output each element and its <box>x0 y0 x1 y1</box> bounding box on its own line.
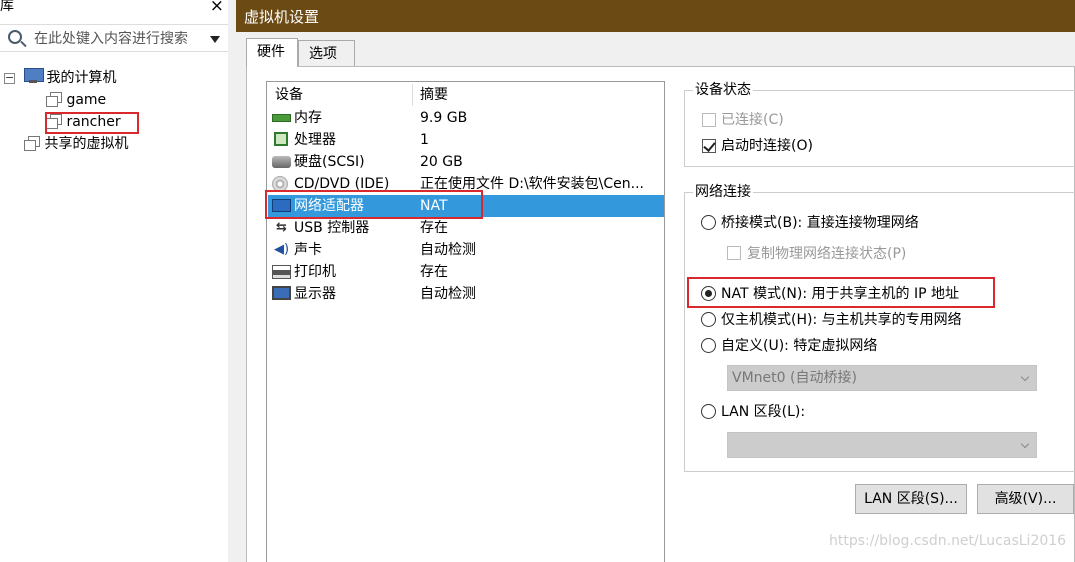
column-separator <box>412 84 413 106</box>
device-summary: 存在 <box>420 220 448 236</box>
device-summary: 1 <box>420 132 429 148</box>
device-row-display[interactable]: 显示器 自动检测 <box>268 283 664 305</box>
device-row-memory[interactable]: 内存 9.9 GB <box>268 107 664 129</box>
library-title: 库 <box>0 0 14 14</box>
computer-icon <box>24 68 44 84</box>
library-pane: 库 × − 我的计算机 game rancher 共享的虚拟机 <box>0 0 228 562</box>
device-row-processor[interactable]: 处理器 1 <box>268 129 664 151</box>
search-dropdown-icon[interactable] <box>210 36 220 43</box>
custom-label: 自定义(U): 特定虚拟网络 <box>721 338 878 354</box>
replicate-state-checkbox[interactable] <box>727 246 741 260</box>
connected-checkbox[interactable] <box>702 113 716 127</box>
network-connection-title: 网络连接 <box>693 183 753 201</box>
column-header-summary[interactable]: 摘要 <box>420 82 448 107</box>
usb-icon: ⇆ <box>276 220 287 235</box>
dialog-title: 虚拟机设置 <box>236 0 1075 32</box>
device-row-hard-disk[interactable]: 硬盘(SCSI) 20 GB <box>268 151 664 173</box>
rancher-highlight-box <box>45 112 139 134</box>
printer-icon <box>272 265 291 279</box>
sound-card-icon: ◀) <box>273 242 290 257</box>
tree-item-label: game <box>66 92 107 108</box>
tree-item-shared-vms[interactable]: 共享的虚拟机 <box>24 134 128 154</box>
library-search-input[interactable] <box>34 29 204 49</box>
device-list: 设备 摘要 内存 9.9 GB 处理器 1 硬盘(SCSI) 20 GB CD/… <box>266 81 665 562</box>
device-name: 打印机 <box>294 264 336 280</box>
column-header-device[interactable]: 设备 <box>275 82 303 107</box>
tree-item-my-computer[interactable]: 我的计算机 <box>24 68 116 88</box>
network-connection-group: 网络连接 桥接模式(B): 直接连接物理网络 复制物理网络连接状态(P) NAT… <box>684 183 1075 472</box>
device-status-group: 设备状态 已连接(C) 启动时连接(O) <box>684 81 1075 167</box>
device-row-sound-card[interactable]: ◀) 声卡 自动检测 <box>268 239 664 261</box>
device-name: 内存 <box>294 110 322 126</box>
tree-item-label: 共享的虚拟机 <box>44 136 129 152</box>
shared-vm-icon <box>24 136 40 151</box>
bridged-radio[interactable] <box>701 215 716 230</box>
custom-network-select[interactable]: VMnet0 (自动桥接) <box>727 365 1037 391</box>
display-icon <box>272 286 291 300</box>
library-search-bar <box>0 24 228 52</box>
device-summary: 9.9 GB <box>420 110 468 126</box>
lan-segment-select[interactable] <box>727 432 1037 458</box>
tab-hardware[interactable]: 硬件 <box>246 38 298 67</box>
advanced-button[interactable]: 高级(V)... <box>977 484 1074 514</box>
connect-at-power-on-checkbox[interactable] <box>702 139 716 153</box>
nat-highlight-box <box>687 277 995 308</box>
lan-segment-radio[interactable] <box>701 404 716 419</box>
device-name: 处理器 <box>294 132 336 148</box>
custom-network-value: VMnet0 (自动桥接) <box>732 370 857 386</box>
connect-at-power-on-label: 启动时连接(O) <box>721 138 813 154</box>
device-summary: 20 GB <box>420 154 463 170</box>
custom-radio[interactable] <box>701 338 716 353</box>
lan-segment-label: LAN 区段(L): <box>721 404 806 420</box>
device-name: 显示器 <box>294 286 336 302</box>
connected-label: 已连接(C) <box>721 112 784 128</box>
tab-options[interactable]: 选项 <box>298 40 355 67</box>
bridged-label: 桥接模式(B): 直接连接物理网络 <box>721 215 919 231</box>
tree-item-vm-game[interactable]: game <box>46 90 106 110</box>
replicate-state-label: 复制物理网络连接状态(P) <box>747 246 907 262</box>
device-summary: 自动检测 <box>420 242 476 258</box>
device-row-usb-controller[interactable]: ⇆ USB 控制器 存在 <box>268 217 664 239</box>
processor-icon <box>274 132 288 146</box>
device-row-printer[interactable]: 打印机 存在 <box>268 261 664 283</box>
device-name: 硬盘(SCSI) <box>294 154 365 170</box>
host-only-label: 仅主机模式(H): 与主机共享的专用网络 <box>721 312 962 328</box>
vm-icon <box>46 92 62 107</box>
library-close-icon[interactable]: × <box>210 0 224 15</box>
chevron-down-icon <box>1020 372 1030 382</box>
memory-icon <box>272 114 291 122</box>
tree-collapse-icon[interactable]: − <box>4 72 15 84</box>
hardware-tab-page: 设备 摘要 内存 9.9 GB 处理器 1 硬盘(SCSI) 20 GB CD/… <box>246 66 1075 562</box>
device-summary: 存在 <box>420 264 448 280</box>
search-icon <box>8 30 22 44</box>
device-name: 声卡 <box>294 242 322 258</box>
vm-settings-dialog: 虚拟机设置 硬件 选项 设备 摘要 内存 9.9 GB 处理器 1 硬盘(SCS… <box>236 0 1075 562</box>
network-adapter-highlight-box <box>265 190 483 219</box>
device-status-title: 设备状态 <box>693 81 753 99</box>
lan-segments-button[interactable]: LAN 区段(S)... <box>855 484 967 514</box>
device-name: USB 控制器 <box>294 220 370 236</box>
host-only-radio[interactable] <box>701 312 716 327</box>
tree-item-label: 我的计算机 <box>46 70 117 86</box>
chevron-down-icon <box>1020 439 1030 449</box>
watermark: https://blog.csdn.net/LucasLi2016 <box>829 533 1067 549</box>
hard-disk-icon <box>272 156 291 168</box>
device-summary: 自动检测 <box>420 286 476 302</box>
